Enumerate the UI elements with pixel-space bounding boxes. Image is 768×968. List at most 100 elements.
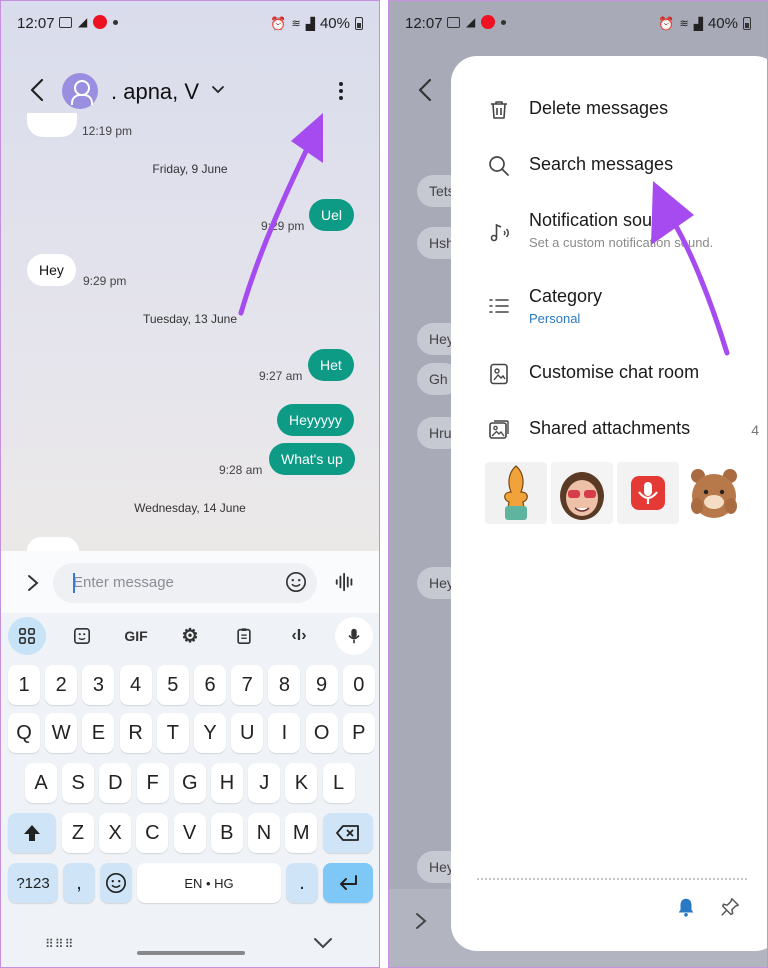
apps-grid-icon[interactable] [8,617,46,655]
backspace-key[interactable] [323,813,373,853]
trash-icon [491,101,507,119]
key-4[interactable]: 4 [119,665,152,705]
sent-bubble[interactable]: What's up [269,443,355,475]
battery-level: 40% [319,15,350,32]
keyboard-switch-icon[interactable]: ⠿⠿⠿ [45,937,74,951]
key-a[interactable]: A [25,763,57,803]
key-1[interactable]: 1 [8,665,40,705]
sunglasses-face-sticker[interactable] [551,462,613,524]
gif-button[interactable]: GIF [119,617,153,655]
comma-key[interactable]: , [63,863,95,903]
received-bubble[interactable]: Hey [27,254,76,286]
key-e[interactable]: E [82,713,115,753]
key-z[interactable]: Z [62,813,94,853]
emoji-icon[interactable] [285,571,307,593]
chevron-down-icon[interactable] [211,83,225,97]
key-c[interactable]: C [136,813,169,853]
partial-bubble[interactable] [27,113,77,137]
key-x[interactable]: X [99,813,132,853]
key-b[interactable]: B [210,813,243,853]
notification-bell-icon[interactable] [675,896,697,918]
signal-icon: ▟ [305,16,315,31]
key-5[interactable]: 5 [156,665,189,705]
key-3[interactable]: 3 [82,665,115,705]
voice-recording-icon[interactable] [617,462,679,524]
app-notification-icon [93,15,108,29]
image-frame-icon [490,363,508,385]
enter-key[interactable] [323,863,373,903]
menu-item-category[interactable]: Category Personal [451,274,767,334]
home-handle[interactable] [137,951,245,955]
key-k[interactable]: K [285,763,318,803]
key-8[interactable]: 8 [268,665,301,705]
key-7[interactable]: 7 [231,665,264,705]
hide-keyboard-chevron-icon[interactable] [313,937,333,949]
menu-item-description: Set a custom notification sound. [529,235,714,250]
period-key[interactable]: . [286,863,318,903]
emoji-key[interactable] [100,863,132,903]
space-key[interactable]: EN • HG [137,863,281,903]
key-w[interactable]: W [45,713,78,753]
pin-icon[interactable] [719,896,741,918]
key-9[interactable]: 9 [305,665,338,705]
message-time: 9:29 pm [261,219,305,233]
sent-bubble[interactable]: Heyyyyy [277,404,354,436]
settings-gear-icon[interactable]: ⚙ [173,617,207,655]
key-j[interactable]: J [248,763,281,803]
back-arrow-icon[interactable] [415,77,437,103]
music-note-icon [490,223,509,242]
more-notifications-icon [113,19,119,25]
text-cursor-control-icon[interactable]: ‹I› [282,617,316,655]
microphone-icon[interactable] [335,617,373,655]
key-t[interactable]: T [156,713,189,753]
key-o[interactable]: O [305,713,338,753]
key-h[interactable]: H [211,763,243,803]
key-n[interactable]: N [248,813,280,853]
bear-sticker[interactable] [683,462,745,524]
menu-item-search-messages[interactable]: Search messages [451,142,767,190]
menu-divider [477,878,747,880]
alarm-icon: ⏰ [270,15,287,31]
menu-item-label: Delete messages [529,98,669,118]
message-input[interactable]: Enter message [53,563,317,603]
key-q[interactable]: Q [8,713,40,753]
more-options-icon[interactable] [331,79,351,103]
battery-icon [355,17,363,30]
key-0[interactable]: 0 [342,665,375,705]
menu-item-customise-chat-room[interactable]: Customise chat room [451,350,767,398]
key-d[interactable]: D [99,763,132,803]
gallery-notification-icon [59,16,72,28]
menu-item-delete-messages[interactable]: Delete messages [451,86,767,134]
telegram-icon: ◢ [78,15,88,29]
key-v[interactable]: V [173,813,206,853]
key-g[interactable]: G [173,763,206,803]
key-i[interactable]: I [268,713,301,753]
key-u[interactable]: U [231,713,264,753]
key-p[interactable]: P [342,713,375,753]
crossed-fingers-sticker[interactable] [485,462,547,524]
menu-item-shared-attachments[interactable]: Shared attachments 4 [451,406,767,454]
sent-bubble[interactable]: Uel [309,199,355,231]
key-6[interactable]: 6 [194,665,226,705]
key-y[interactable]: Y [194,713,226,753]
partial-bubble[interactable] [27,537,79,551]
menu-item-notification-sound[interactable]: Notification sound Set a custom notifica… [451,198,767,258]
voice-waveform-icon[interactable] [333,571,357,593]
wifi-icon: ≋ [291,18,301,30]
back-arrow-icon[interactable] [27,77,49,103]
key-f[interactable]: F [136,763,169,803]
key-s[interactable]: S [62,763,95,803]
contact-name[interactable]: . apna, V [111,79,199,105]
expand-chevron-icon[interactable] [25,573,41,593]
contact-avatar[interactable] [62,73,98,109]
key-m[interactable]: M [285,813,318,853]
key-r[interactable]: R [119,713,152,753]
key-l[interactable]: L [322,763,355,803]
clipboard-icon[interactable] [227,617,261,655]
shift-key[interactable] [8,813,56,853]
menu-item-label: Category [529,286,603,306]
sticker-icon[interactable] [65,617,99,655]
symbols-key[interactable]: ?123 [8,863,58,903]
sent-bubble[interactable]: Het [308,349,354,381]
key-2[interactable]: 2 [45,665,78,705]
